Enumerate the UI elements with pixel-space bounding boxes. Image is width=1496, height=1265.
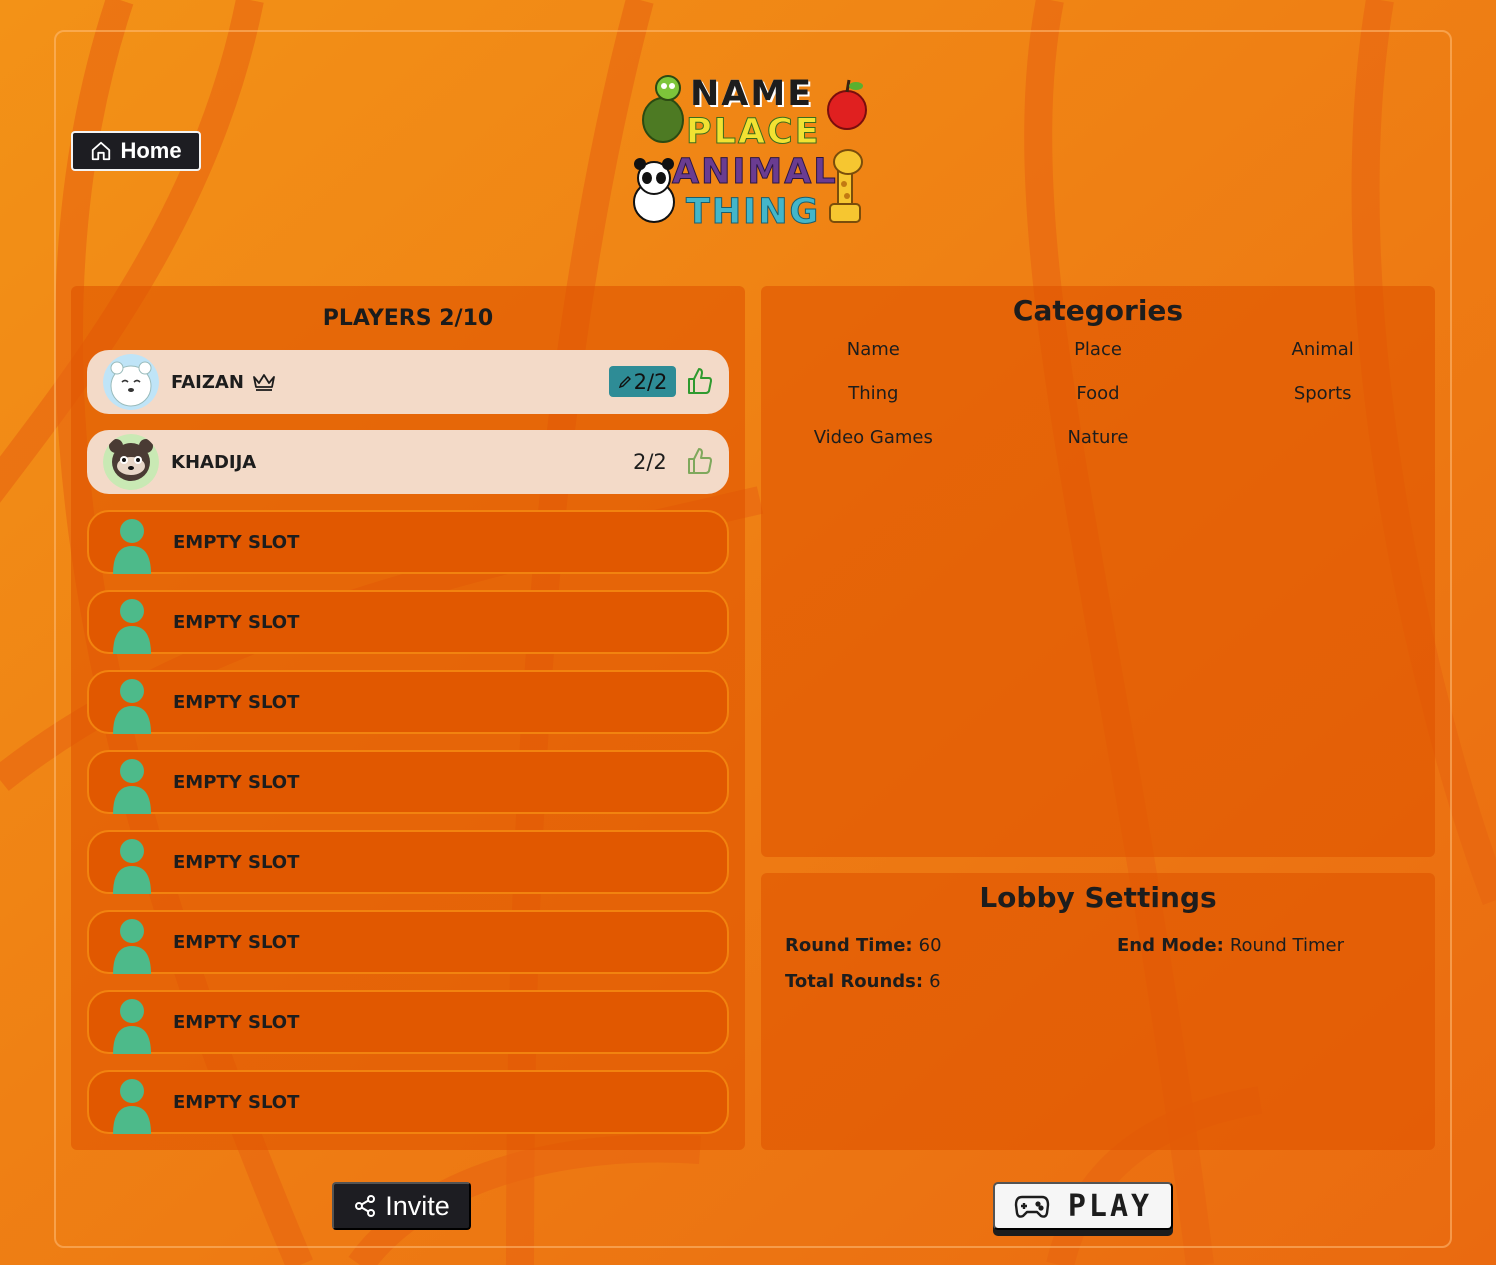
empty-player-icon: [113, 919, 151, 974]
empty-slot-label: EMPTY SLOT: [173, 612, 299, 633]
empty-slot-label: EMPTY SLOT: [173, 932, 299, 953]
lobby-settings-panel: Lobby Settings Round Time: 60 End Mode: Ro…: [761, 873, 1435, 1150]
players-panel: PLAYERS 2/10 FAIZAN 2/2 KHADIJA 2/2 EMPT…: [71, 286, 745, 1150]
empty-slot-row: EMPTY SLOT: [87, 670, 729, 734]
categories-title: Categories: [1012, 294, 1184, 327]
polar-bear-avatar: [103, 354, 159, 410]
category-item: Thing: [848, 383, 899, 404]
round-time-setting: Round Time: 60: [785, 935, 942, 956]
category-item: Food: [1076, 383, 1120, 404]
empty-player-icon: [113, 1079, 151, 1134]
invite-label: Invite: [385, 1190, 450, 1221]
categories-grid: Name Place Animal Thing Food Sports Vide…: [761, 338, 1435, 450]
categories-panel: Categories Name Place Animal Thing Food …: [761, 286, 1435, 857]
gamepad-icon: [1014, 1195, 1050, 1218]
total-rounds-label: Total Rounds:: [785, 971, 924, 992]
logo-word-place: PLACE: [686, 112, 821, 153]
share-icon: [355, 1195, 376, 1217]
crown-icon: [253, 374, 275, 391]
empty-slot-text: EMPTY SLOT: [173, 1091, 300, 1113]
player-row: KHADIJA 2/2: [87, 430, 729, 494]
empty-slot-label: EMPTY SLOT: [173, 1012, 299, 1033]
logo-word-animal: ANIMAL: [672, 152, 838, 193]
raccoon-avatar: [103, 434, 159, 490]
category-item: Sports: [1293, 383, 1352, 404]
empty-slot-label: EMPTY SLOT: [173, 772, 299, 793]
empty-slot-text: EMPTY SLOT: [173, 771, 300, 793]
total-rounds-setting: Total Rounds: 6: [785, 971, 941, 992]
empty-slot-text: EMPTY SLOT: [173, 611, 300, 633]
category-item: Video Games: [813, 427, 933, 448]
lobby-settings-title: Lobby Settings: [979, 881, 1217, 914]
play-button[interactable]: PLAY: [993, 1182, 1173, 1230]
logo-word-thing: THING: [685, 192, 821, 233]
apple-icon: [827, 79, 867, 130]
empty-slot-text: EMPTY SLOT: [173, 851, 300, 873]
empty-player-icon: [113, 999, 151, 1054]
turtle-icon: [642, 75, 684, 143]
thumbs-up-icon[interactable]: [687, 367, 713, 395]
empty-slot-text: EMPTY SLOT: [173, 691, 300, 713]
logo-word-name: NAME: [690, 74, 814, 114]
end-mode-value: Round Timer: [1229, 935, 1344, 956]
empty-slot-row: EMPTY SLOT: [87, 990, 729, 1054]
empty-slot-label: EMPTY SLOT: [173, 1092, 299, 1113]
empty-player-icon: [113, 519, 151, 574]
empty-player-icon: [113, 599, 151, 654]
game-logo: NAME PLACE ANIMAL THING: [624, 72, 876, 234]
player-name: KHADIJA: [171, 452, 256, 473]
player-name: FAIZAN: [171, 372, 276, 393]
players-title: PLAYERS 2/10: [322, 306, 494, 331]
empty-player-icon: [113, 839, 151, 894]
empty-slot-label: EMPTY SLOT: [173, 532, 299, 553]
round-time-label: Round Time:: [785, 935, 913, 956]
end-mode-label: End Mode:: [1117, 935, 1224, 956]
empty-slot-row: EMPTY SLOT: [87, 750, 729, 814]
invite-button[interactable]: Invite: [332, 1182, 471, 1230]
player-name-text: FAIZAN: [171, 371, 244, 393]
empty-slot-text: EMPTY SLOT: [173, 1011, 300, 1033]
empty-slot-row: EMPTY SLOT: [87, 510, 729, 574]
round-time-value: 60: [918, 935, 942, 956]
empty-slot-text: EMPTY SLOT: [173, 531, 300, 553]
empty-slot-label: EMPTY SLOT: [173, 852, 299, 873]
score-edit-badge[interactable]: 2/2: [609, 366, 676, 397]
thumbs-up-icon[interactable]: [687, 447, 713, 475]
category-item: Animal: [1291, 339, 1354, 360]
home-label: Home: [120, 138, 182, 163]
empty-slot-text: EMPTY SLOT: [173, 931, 300, 953]
category-item: Name: [846, 339, 900, 360]
player-score: 2/2: [633, 450, 667, 474]
pencil-icon: [618, 375, 631, 388]
empty-player-icon: [113, 759, 151, 814]
category-item: Place: [1074, 339, 1122, 360]
category-item: Nature: [1067, 427, 1129, 448]
player-score: 2/2: [633, 369, 668, 394]
player-row: FAIZAN 2/2: [87, 350, 729, 414]
home-button[interactable]: Home: [71, 131, 201, 171]
home-icon: [92, 141, 111, 161]
end-mode-setting: End Mode: Round Timer: [1117, 935, 1344, 956]
player-name-text: KHADIJA: [171, 451, 257, 473]
empty-slot-label: EMPTY SLOT: [173, 692, 299, 713]
play-label: PLAY: [1067, 1188, 1153, 1224]
empty-slot-row: EMPTY SLOT: [87, 830, 729, 894]
empty-slot-row: EMPTY SLOT: [87, 910, 729, 974]
total-rounds-value: 6: [929, 971, 941, 992]
empty-slot-row: EMPTY SLOT: [87, 590, 729, 654]
empty-player-icon: [113, 679, 151, 734]
empty-slot-row: EMPTY SLOT: [87, 1070, 729, 1134]
